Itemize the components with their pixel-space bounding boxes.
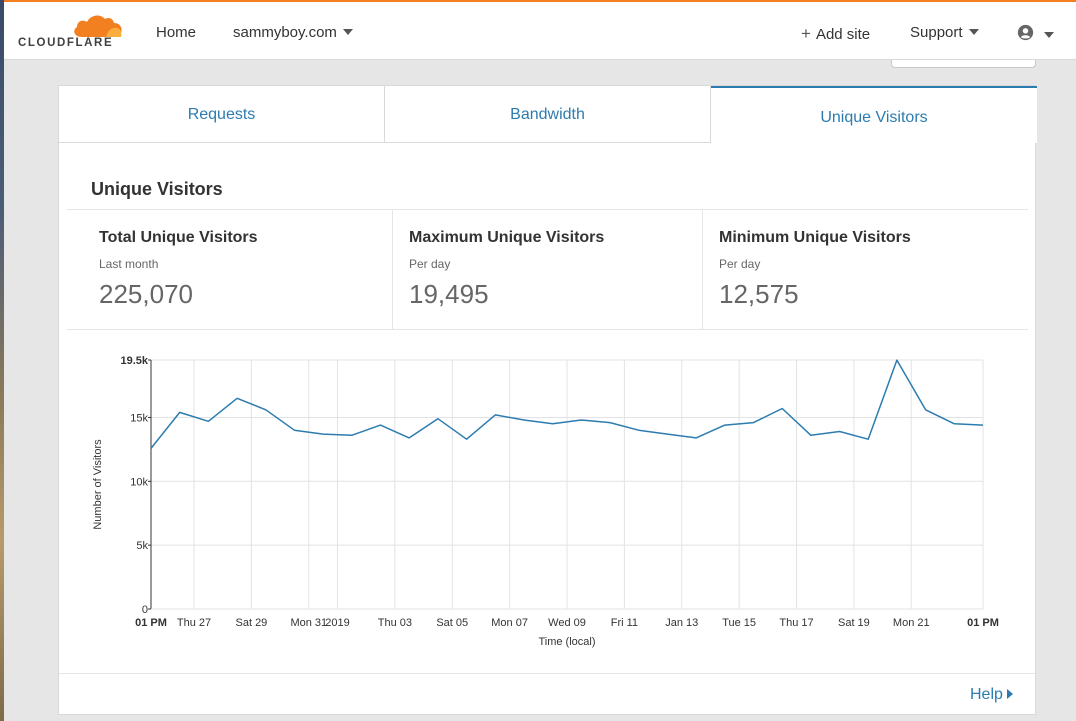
data-point — [638, 429, 640, 431]
data-point — [925, 409, 927, 411]
unique-visitors-chart: 0 5k 10k 15k 19.5k 01 PM Thu 27 Sat 29 Mon 31201… — [92, 355, 999, 648]
data-point — [867, 438, 869, 440]
stat-label: Total Unique Visitors — [99, 229, 258, 246]
domain-label: sammyboy.com — [233, 24, 337, 41]
x-tick-label: Mon 07 — [491, 617, 528, 629]
x-tick-label: Sat 05 — [436, 617, 468, 629]
support-label: Support — [910, 24, 963, 41]
stat-sub: Per day — [409, 257, 451, 271]
data-point — [351, 434, 353, 436]
x-tick-label: Tue 15 — [722, 617, 756, 629]
add-site-label: Add site — [815, 26, 871, 43]
data-point — [839, 431, 841, 433]
stat-value: 225,070 — [99, 279, 193, 309]
chevron-down-icon — [1044, 32, 1054, 38]
data-point — [752, 422, 754, 424]
data-point — [695, 437, 697, 439]
x-tick-label: Thu 03 — [378, 617, 412, 629]
domain-selector[interactable]: sammyboy.com — [233, 24, 353, 41]
tab-bandwidth[interactable]: Bandwidth — [385, 86, 711, 143]
footer-divider — [59, 673, 1035, 674]
data-point — [552, 423, 554, 425]
data-point — [322, 433, 324, 435]
help-link[interactable]: Help — [970, 686, 1013, 704]
y-tick-label: 19.5k — [120, 355, 148, 367]
data-point — [810, 434, 812, 436]
stat-divider — [392, 210, 393, 329]
data-point — [953, 423, 955, 425]
data-point — [437, 418, 439, 420]
x-tick-label: Jan 13 — [665, 617, 698, 629]
top-navigation-bar: CLOUDFLARE Home sammyboy.com + Add site S… — [4, 0, 1076, 60]
section-title: Unique Visitors — [91, 179, 223, 199]
plus-icon: + — [801, 24, 811, 43]
analytics-card: Requests Bandwidth Unique Visitors Uniqu… — [58, 85, 1037, 715]
x-tick-label: 2019 — [325, 617, 349, 629]
tab-requests[interactable]: Requests — [59, 86, 385, 143]
support-menu[interactable]: Support — [910, 24, 979, 41]
x-tick-label: Thu 17 — [779, 617, 813, 629]
add-site-button[interactable]: + Add site — [801, 24, 870, 44]
data-point — [523, 419, 525, 421]
stat-label: Minimum Unique Visitors — [719, 229, 911, 246]
y-tick-label: 0 — [142, 604, 148, 616]
x-tick-label: Mon 31 — [290, 617, 327, 629]
y-axis-title: Number of Visitors — [92, 439, 104, 530]
stat-divider — [702, 210, 703, 329]
time-range-select[interactable] — [891, 60, 1036, 68]
data-point — [982, 424, 984, 426]
data-point — [207, 420, 209, 422]
data-point — [179, 411, 181, 413]
data-point — [236, 397, 238, 399]
stat-value: 19,495 — [409, 279, 489, 309]
logo-wordmark: CLOUDFLARE — [18, 37, 114, 49]
data-point — [781, 408, 783, 410]
stat-value: 12,575 — [719, 279, 799, 309]
x-axis-title: Time (local) — [538, 636, 595, 648]
stat-label: Maximum Unique Visitors — [409, 229, 605, 246]
data-point — [666, 433, 668, 435]
stat-sub: Last month — [99, 257, 159, 271]
x-tick-label: 01 PM — [967, 617, 999, 629]
stat-sub: Per day — [719, 257, 761, 271]
data-point — [293, 429, 295, 431]
data-point — [896, 359, 898, 361]
data-point — [580, 419, 582, 421]
tab-unique-visitors[interactable]: Unique Visitors — [711, 86, 1037, 143]
data-point — [494, 414, 496, 416]
data-point — [466, 438, 468, 440]
x-tick-label: Wed 09 — [548, 617, 586, 629]
user-avatar-icon — [1017, 24, 1034, 41]
data-point — [265, 409, 267, 411]
data-point — [724, 424, 726, 426]
data-point — [380, 424, 382, 426]
x-tick-label: Sat 29 — [236, 617, 268, 629]
chevron-down-icon — [968, 28, 979, 35]
x-tick-label: Mon 21 — [893, 617, 930, 629]
desktop-background-strip — [0, 0, 4, 721]
nav-home[interactable]: Home — [156, 24, 196, 41]
stats-divider-top — [67, 209, 1028, 210]
x-tick-label: Fri 11 — [611, 617, 638, 629]
chevron-down-icon — [342, 28, 353, 35]
cloud-icon — [74, 15, 122, 38]
help-label: Help — [970, 686, 1003, 703]
caret-right-icon — [1006, 688, 1013, 699]
x-tick-label: Thu 27 — [177, 617, 211, 629]
data-point — [150, 447, 152, 449]
data-point — [408, 437, 410, 439]
y-tick-label: 10k — [130, 476, 148, 488]
y-tick-label: 15k — [130, 412, 148, 424]
stats-divider-bottom — [67, 329, 1028, 330]
x-tick-label: 01 PM — [135, 617, 167, 629]
x-tick-label: Sat 19 — [838, 617, 870, 629]
cloudflare-logo[interactable]: CLOUDFLARE — [18, 13, 124, 53]
y-tick-label: 5k — [136, 540, 148, 552]
data-point — [609, 422, 611, 424]
